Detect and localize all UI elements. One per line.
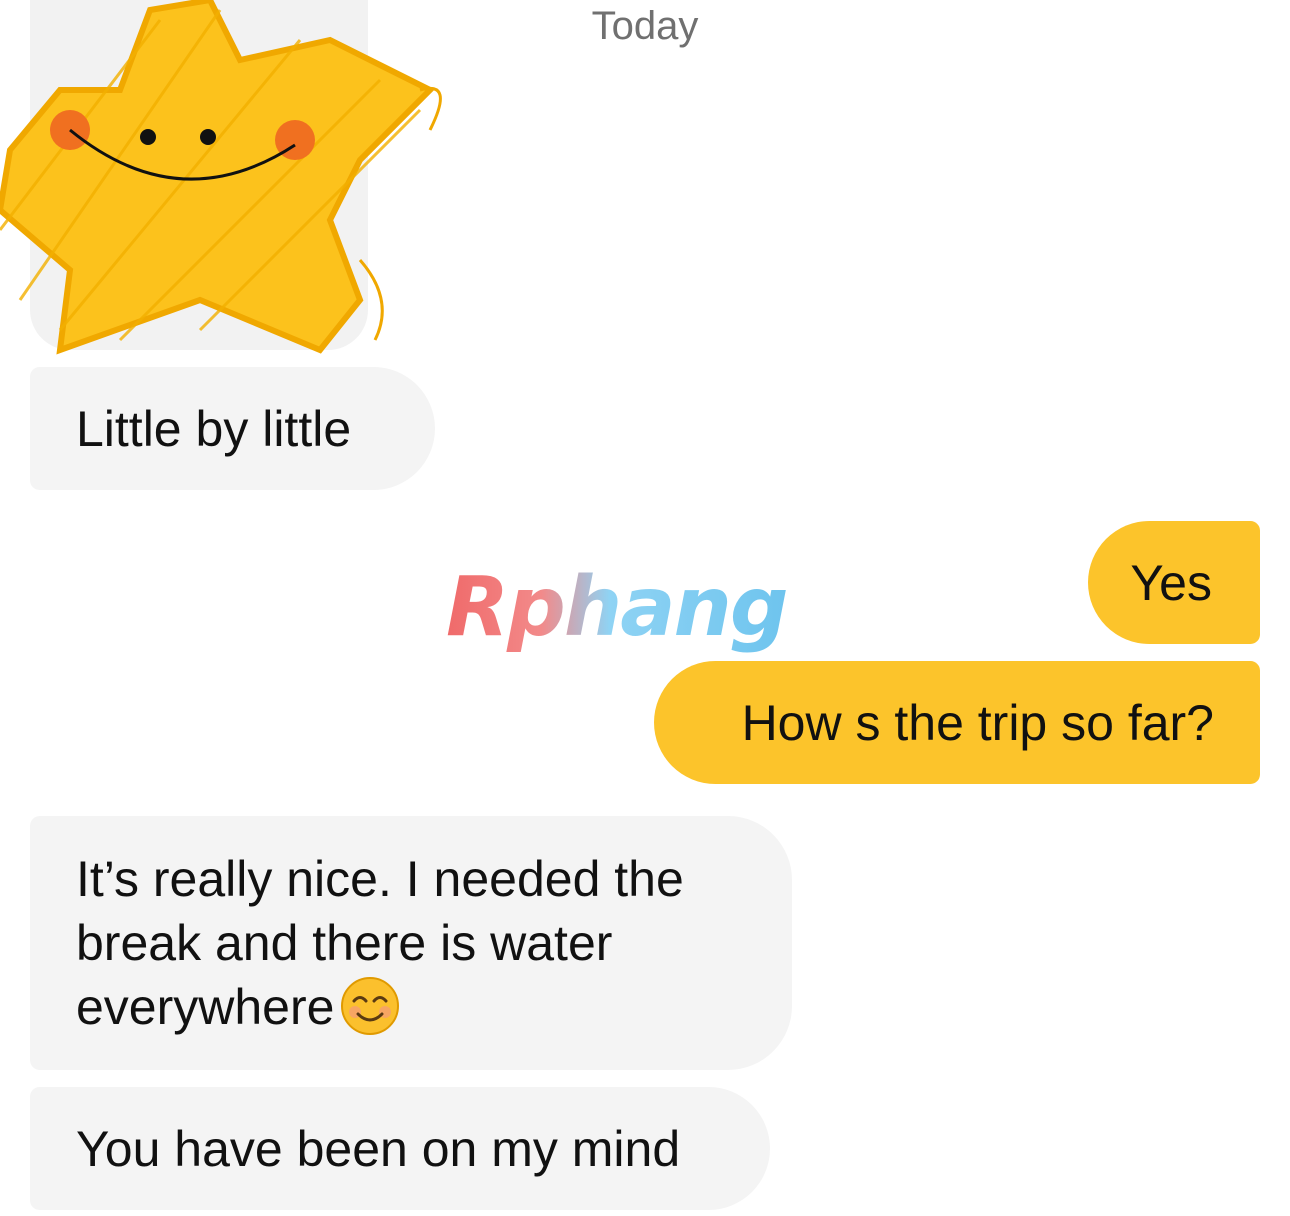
watermark: Rphang (446, 560, 789, 655)
message-bubble-outgoing[interactable]: How s the trip so far? (654, 661, 1260, 784)
message-text: You have been on my mind (76, 1120, 681, 1177)
message-line: everywhere (76, 975, 684, 1039)
message-line: break and there is water (76, 915, 613, 971)
smiling-face-icon (341, 977, 400, 1035)
message-text: Little by little (76, 400, 352, 457)
message-text: It’s really nice. I needed the break and… (76, 847, 684, 1039)
message-bubble-outgoing[interactable]: Yes (1088, 521, 1260, 644)
message-line: It’s really nice. I needed the (76, 851, 684, 907)
message-bubble-incoming[interactable]: You have been on my mind (30, 1087, 770, 1210)
message-text: How s the trip so far? (741, 694, 1214, 751)
message-bubble-incoming[interactable]: Little by little (30, 367, 435, 490)
message-bubble-incoming[interactable]: It’s really nice. I needed the break and… (30, 816, 792, 1070)
message-text: Yes (1130, 554, 1212, 611)
message-line-text: everywhere (76, 979, 335, 1035)
star-sticker-icon (0, 0, 442, 355)
